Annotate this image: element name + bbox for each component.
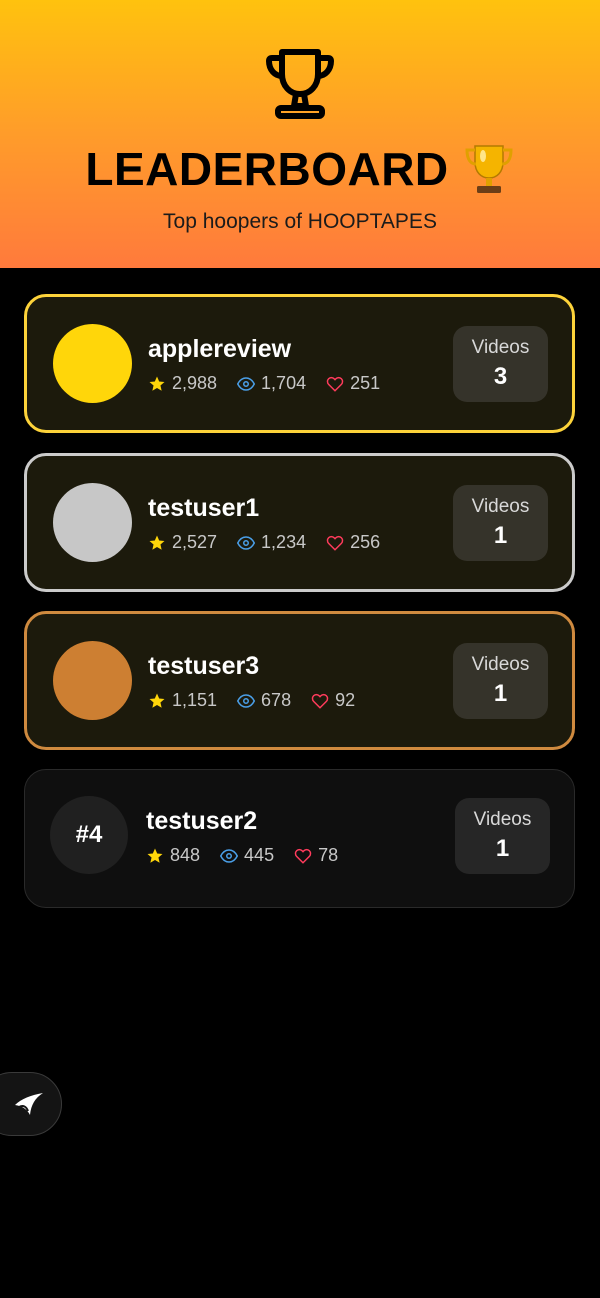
- star-icon: [147, 848, 163, 863]
- videos-label: Videos: [473, 809, 532, 830]
- videos-count-box: Videos 1: [455, 798, 550, 874]
- videos-label: Videos: [471, 337, 530, 358]
- videos-count: 1: [493, 522, 508, 549]
- username: testuser2: [146, 807, 258, 835]
- leaderboard-card-1[interactable]: applereview 2,988 1,704 251 Videos 3: [24, 294, 575, 433]
- app-logo-icon: [15, 1093, 43, 1115]
- videos-count: 1: [495, 835, 510, 862]
- views-count: 678: [261, 690, 292, 710]
- heart-icon: [326, 376, 344, 392]
- leaderboard-card-4[interactable]: #4 testuser2 848 445 78 Videos 1: [24, 769, 575, 908]
- views-count: 1,704: [261, 373, 307, 393]
- avatar: [53, 641, 132, 720]
- username: applereview: [148, 335, 292, 363]
- leaderboard-card-2[interactable]: testuser1 2,527 1,234 256 Videos 1: [24, 453, 575, 592]
- leaderboard-card-3[interactable]: testuser3 1,151 678 92 Videos 1: [24, 611, 575, 750]
- likes-count: 78: [318, 845, 339, 865]
- heart-icon: [294, 848, 312, 864]
- videos-count-box: Videos 1: [453, 485, 548, 561]
- likes-count: 256: [350, 532, 381, 552]
- stars-count: 848: [170, 845, 201, 865]
- videos-count: 3: [493, 363, 508, 390]
- username: testuser3: [148, 652, 260, 680]
- likes-count: 92: [335, 690, 356, 710]
- page-title: LEADERBOARD: [85, 143, 449, 195]
- avatar: [53, 324, 132, 403]
- user-stats: 2,988 1,704 251: [148, 373, 400, 394]
- user-stats: 1,151 678 92: [148, 690, 375, 711]
- stars-count: 1,151: [172, 690, 218, 710]
- stars-count: 2,988: [172, 373, 218, 393]
- videos-label: Videos: [471, 496, 530, 517]
- videos-count-box: Videos 1: [453, 643, 548, 719]
- videos-count-box: Videos 3: [453, 326, 548, 402]
- views-count: 1,234: [261, 532, 307, 552]
- leaderboard-header: LEADERBOARD Top hoopers of HOOPTAPES: [0, 0, 600, 268]
- trophy-emoji-icon: [465, 145, 513, 193]
- videos-label: Videos: [471, 654, 530, 675]
- avatar: [53, 483, 132, 562]
- eye-icon: [220, 848, 239, 863]
- star-icon: [149, 376, 165, 391]
- stars-count: 2,527: [172, 532, 218, 552]
- heart-icon: [326, 535, 344, 551]
- floating-app-button[interactable]: [0, 1072, 62, 1136]
- videos-count: 1: [493, 680, 508, 707]
- eye-icon: [237, 535, 256, 550]
- username: testuser1: [148, 494, 260, 522]
- trophy-outline-icon: [265, 49, 335, 119]
- heart-icon: [311, 693, 329, 709]
- eye-icon: [237, 693, 256, 708]
- star-icon: [149, 693, 165, 708]
- likes-count: 251: [350, 373, 381, 393]
- views-count: 445: [244, 845, 275, 865]
- eye-icon: [237, 376, 256, 391]
- rank-badge: #4: [50, 796, 128, 874]
- star-icon: [149, 535, 165, 550]
- user-stats: 2,527 1,234 256: [148, 532, 400, 553]
- rank-label: #4: [75, 821, 103, 848]
- user-stats: 848 445 78: [146, 845, 358, 866]
- page-subtitle: Top hoopers of HOOPTAPES: [163, 210, 437, 233]
